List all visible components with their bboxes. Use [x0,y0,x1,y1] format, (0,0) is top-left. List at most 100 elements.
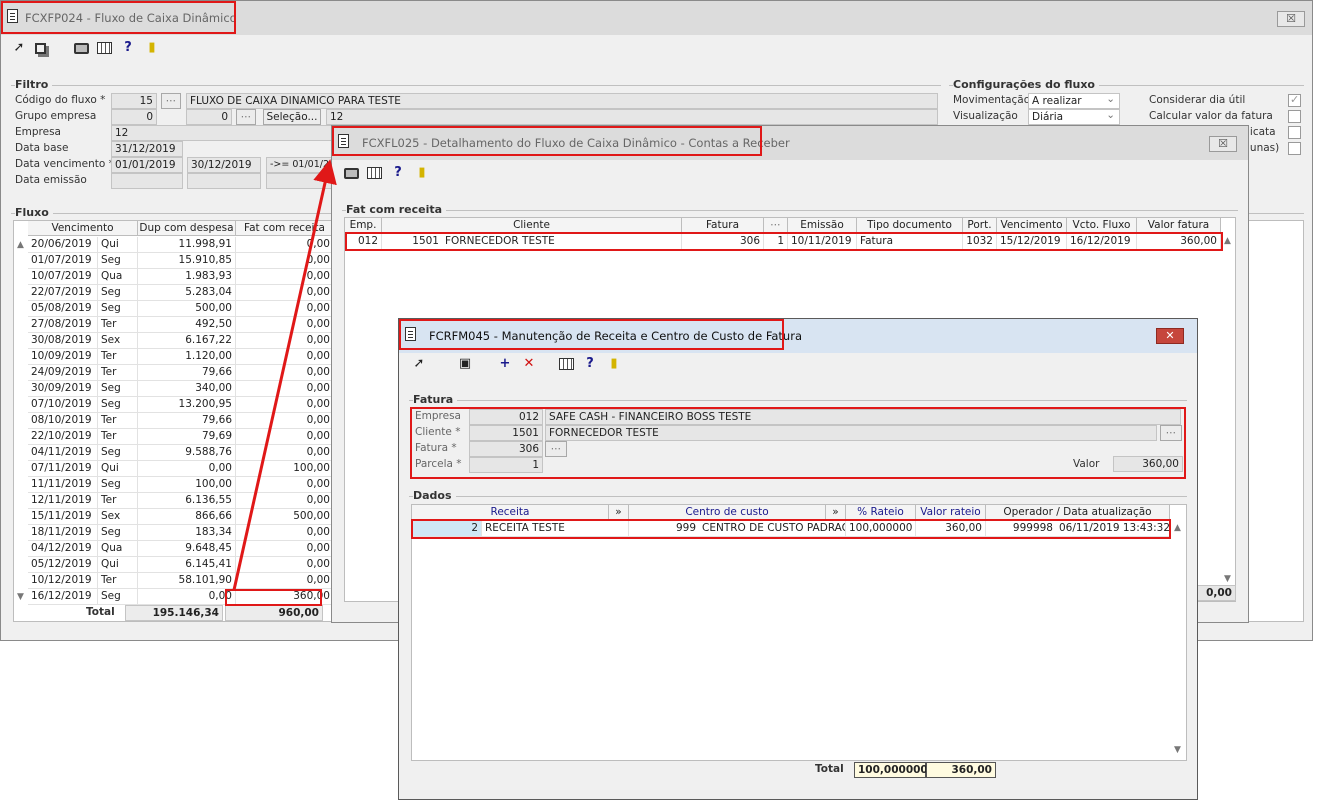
cell-day[interactable]: Ter [98,317,138,333]
scroll-down-icon[interactable]: ▼ [1224,574,1231,584]
cell-date[interactable]: 30/08/2019 [28,333,98,349]
print-icon[interactable] [344,168,359,179]
scroll-down-icon[interactable]: ▼ [1174,745,1181,755]
cell-date[interactable]: 08/10/2019 [28,413,98,429]
cell-dup[interactable]: 492,50 [138,317,236,333]
grupo-field-2[interactable]: 0 [186,109,232,125]
cell-dup[interactable]: 79,69 [138,429,236,445]
delete-icon[interactable] [521,356,537,372]
col-dup[interactable]: Dup com despesa [138,221,236,236]
cell-receita-code[interactable]: 2 [412,521,482,537]
cell-day[interactable]: Qua [98,541,138,557]
scroll-up-icon[interactable]: ▲ [17,240,24,250]
exit-icon[interactable] [144,40,160,56]
cell-fat[interactable]: 0,00 [236,541,334,557]
cell-tipo[interactable]: Fatura [857,234,963,250]
col-tipo[interactable]: Tipo documento [857,218,963,233]
print-icon[interactable] [74,43,89,54]
col-receita[interactable]: Receita [412,505,609,520]
cell-emp[interactable]: 012 [345,234,382,250]
cell-dup[interactable]: 100,00 [138,477,236,493]
spreadsheet-icon[interactable] [97,42,112,54]
return-icon[interactable] [411,356,427,372]
cell-dup[interactable]: 6.136,55 [138,493,236,509]
m-cliente-code[interactable]: 1501 [469,425,543,441]
cell-fat[interactable]: 0,00 [236,269,334,285]
cell-dup[interactable]: 6.145,41 [138,557,236,573]
cell-date[interactable]: 05/08/2019 [28,301,98,317]
cell-day[interactable]: Seg [98,445,138,461]
cell-receita-name[interactable]: RECEITA TESTE [482,521,629,537]
cell-day[interactable]: Ter [98,349,138,365]
m-cliente-lookup-button[interactable] [1160,425,1182,441]
cell-date[interactable]: 20/06/2019 [28,237,98,253]
maint-close-button[interactable]: ✕ [1156,328,1184,344]
cell-date[interactable]: 04/11/2019 [28,445,98,461]
cell-fat[interactable]: 0,00 [236,381,334,397]
exit-icon[interactable] [606,356,622,372]
cell-day[interactable]: Seg [98,589,138,605]
cell-date[interactable]: 07/10/2019 [28,397,98,413]
cell-date[interactable]: 07/11/2019 [28,461,98,477]
cell-rateio[interactable]: 100,000000 [846,521,916,537]
main-close-button[interactable]: ☒ [1277,11,1305,27]
cell-port[interactable]: 1032 [963,234,997,250]
col-parcela[interactable] [764,218,788,233]
dia-util-checkbox[interactable] [1288,93,1301,107]
vencimento-ate-field[interactable]: 30/12/2019 [187,157,261,173]
cell-fat[interactable]: 0,00 [236,573,334,589]
col-cliente[interactable]: Cliente [382,218,682,233]
emissao-de-field[interactable] [111,173,183,189]
cell-date[interactable]: 12/11/2019 [28,493,98,509]
help-icon[interactable] [582,356,598,372]
cell-day[interactable]: Ter [98,413,138,429]
cell-fat[interactable]: 0,00 [236,397,334,413]
col-fat[interactable]: Fat com receita [236,221,334,236]
cell-day[interactable]: Seg [98,477,138,493]
cell-day[interactable]: Seg [98,285,138,301]
cell-fat[interactable]: 500,00 [236,509,334,525]
cell-day[interactable]: Sex [98,509,138,525]
cell-date[interactable]: 24/09/2019 [28,365,98,381]
dados-grid[interactable]: Receita » Centro de custo » % Rateio Val… [411,504,1187,761]
grupo-field[interactable]: 0 [111,109,157,125]
cell-date[interactable]: 10/07/2019 [28,269,98,285]
cell-fat[interactable]: 0,00 [236,301,334,317]
col-cc-lookup[interactable]: » [826,505,846,520]
cell-dup[interactable]: 79,66 [138,365,236,381]
cell-dup[interactable]: 13.200,95 [138,397,236,413]
cell-fat[interactable]: 0,00 [236,349,334,365]
detail-close-button[interactable]: ☒ [1209,136,1237,152]
cell-valor-rateio[interactable]: 360,00 [916,521,986,537]
cell-fat[interactable]: 0,00 [236,333,334,349]
visualizacao-select[interactable]: Diária [1028,108,1120,125]
cell-dup[interactable]: 0,00 [138,589,236,605]
cell-data-atualizacao[interactable]: 06/11/2019 13:43:32 [1056,521,1170,537]
cell-day[interactable]: Seg [98,253,138,269]
cell-vencimento[interactable]: 15/12/2019 [997,234,1067,250]
scroll-up-icon[interactable]: ▲ [1174,523,1181,533]
save-icon[interactable] [457,356,473,372]
vencimento-de-field[interactable]: 01/01/2019 [111,157,183,173]
cell-operador[interactable]: 999998 [986,521,1056,537]
col-port[interactable]: Port. [963,218,997,233]
valor-fatura-checkbox[interactable] [1288,110,1301,123]
cell-date[interactable]: 11/11/2019 [28,477,98,493]
cell-date[interactable]: 22/07/2019 [28,285,98,301]
help-icon[interactable] [390,165,406,181]
cell-date[interactable]: 22/10/2019 [28,429,98,445]
cell-fat[interactable]: 0,00 [236,237,334,253]
spreadsheet-icon[interactable] [559,358,574,370]
partial-checkbox-1[interactable] [1288,126,1301,139]
col-fatura[interactable]: Fatura [682,218,764,233]
cell-day[interactable]: Seg [98,381,138,397]
cell-day[interactable]: Qui [98,557,138,573]
codigo-field[interactable]: 15 [111,93,157,109]
cell-day[interactable]: Sex [98,333,138,349]
col-vencimento[interactable]: Vencimento [997,218,1067,233]
cell-date[interactable]: 27/08/2019 [28,317,98,333]
emissao-ate-field[interactable] [187,173,261,189]
cell-dup[interactable]: 1.983,93 [138,269,236,285]
scroll-down-icon[interactable]: ▼ [17,592,24,602]
partial-checkbox-2[interactable] [1288,142,1301,155]
